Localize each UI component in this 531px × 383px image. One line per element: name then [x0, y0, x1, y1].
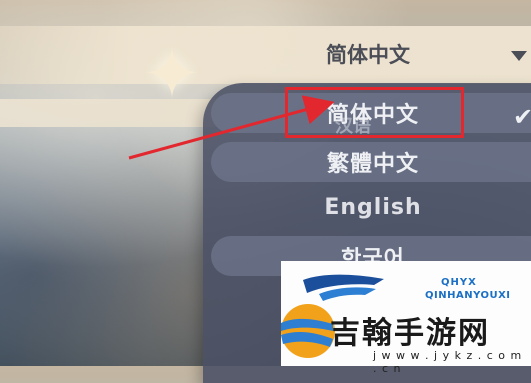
watermark-url: j w w w . j y k z . c o m . c n — [373, 349, 523, 375]
watermark-name-en: QINHANYOUXI — [425, 290, 511, 301]
site-watermark: QHYX QINHANYOUXI 吉翰手游网 j w w w . j y k z… — [281, 261, 531, 375]
watermark-name-cn: 吉翰手游网 — [330, 316, 490, 351]
watermark-badge: QHYX — [441, 277, 477, 288]
